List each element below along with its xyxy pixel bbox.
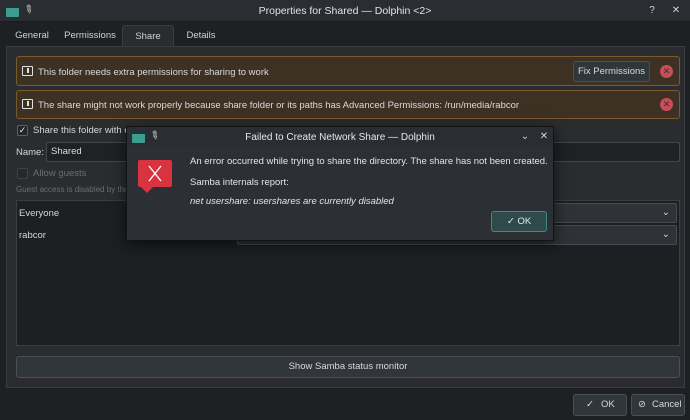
cancel-button-label: Cancel — [652, 399, 682, 410]
chevron-down-icon: ⌄ — [661, 207, 670, 218]
message-icon — [22, 66, 33, 76]
allow-guests-label: Allow guests — [33, 168, 87, 179]
advanced-permissions-warning-text: The share might not work properly becaus… — [38, 100, 520, 111]
permissions-warning: This folder needs extra permissions for … — [16, 56, 680, 86]
error-icon — [138, 160, 172, 193]
close-dialog-icon[interactable]: ✕ — [537, 130, 551, 144]
dialog-titlebar: ✎ Failed to Create Network Share — Dolph… — [127, 127, 553, 147]
cancel-button[interactable]: ⊘ Cancel — [631, 394, 685, 416]
user-name: Everyone — [19, 208, 60, 219]
share-folder-checkbox[interactable]: ✓ — [17, 125, 28, 136]
tab-share[interactable]: Share — [122, 25, 174, 47]
user-name: rabcor — [19, 230, 46, 241]
ok-button-label: OK — [601, 399, 615, 410]
samba-report-detail: net usershare: usershares are currently … — [190, 196, 394, 207]
main-titlebar: ✎ Properties for Shared — Dolphin <2> ? … — [0, 0, 690, 22]
samba-report-label: Samba internals report: — [190, 177, 289, 188]
name-label: Name: — [16, 147, 44, 158]
check-icon: ✓ — [506, 216, 515, 227]
dialog-title: Failed to Create Network Share — Dolphin — [245, 132, 435, 143]
chevron-down-icon[interactable]: ⌄ — [518, 130, 532, 144]
dialog-ok-button[interactable]: ✓ OK — [491, 211, 547, 232]
check-icon: ✓ — [586, 399, 594, 410]
share-folder-label: Share this folder with o — [33, 125, 130, 136]
cancel-icon: ⊘ — [638, 399, 646, 410]
error-dialog: ✎ Failed to Create Network Share — Dolph… — [126, 126, 554, 241]
tab-permissions[interactable]: Permissions — [58, 25, 122, 47]
help-icon[interactable]: ? — [645, 4, 659, 18]
window-title: Properties for Shared — Dolphin <2> — [258, 5, 432, 17]
dismiss-warning-icon[interactable]: ✕ — [660, 98, 673, 111]
message-icon — [22, 99, 33, 109]
samba-status-monitor-button[interactable]: Show Samba status monitor — [16, 356, 680, 378]
chevron-down-icon: ⌄ — [661, 229, 670, 240]
advanced-permissions-warning: The share might not work properly becaus… — [16, 90, 680, 119]
tab-details[interactable]: Details — [174, 25, 228, 47]
error-message: An error occurred while trying to share … — [190, 156, 548, 167]
permissions-warning-text: This folder needs extra permissions for … — [38, 67, 269, 78]
dialog-ok-label: OK — [517, 216, 532, 227]
allow-guests-checkbox[interactable] — [17, 168, 28, 179]
fix-permissions-button[interactable]: Fix Permissions — [573, 61, 650, 82]
guest-access-note: Guest access is disabled by the — [16, 185, 129, 194]
ok-button[interactable]: ✓ OK — [573, 394, 627, 416]
dismiss-warning-icon[interactable]: ✕ — [660, 65, 673, 78]
close-window-icon[interactable]: ✕ — [669, 4, 683, 18]
tab-general[interactable]: General — [6, 25, 58, 47]
